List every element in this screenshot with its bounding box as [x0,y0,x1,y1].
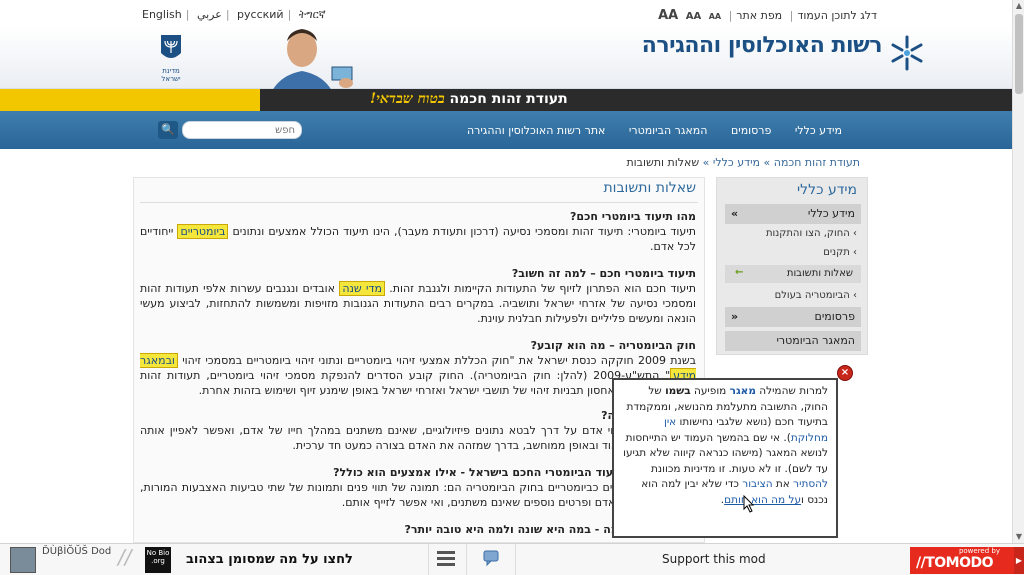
sidebar-item-world[interactable]: › הביומטריה בעולם [775,290,857,301]
popup-word-database: מאגר [729,385,756,397]
mouse-cursor-icon [743,495,755,513]
sidebar-item-law[interactable]: › החוק, הצו והתקנות [766,228,857,239]
highlight-every-year[interactable]: מדי שנה [339,281,385,296]
faq-answer: תיעוד ביומטרי: תיעוד זהות ומסמכי נסיעה (… [140,224,697,253]
state-emblem[interactable]: מדינת ישראל [152,33,190,83]
close-popup-button[interactable]: × [837,365,853,381]
chevron-left-icon: « [731,310,739,323]
menu-icon[interactable] [437,551,455,569]
sidebar-item-standards[interactable]: › תקנים [823,247,857,258]
breadcrumb: תעודת זהות חכמה » מידע כללי » שאלות ותשו… [626,156,860,169]
emblem-label: מדינת ישראל [161,67,181,83]
page: English | عربي | русский | ትግርኛ דלג לתוכן ה… [0,0,1012,543]
arrow-left-icon: ← [735,267,744,278]
search-icon: 🔍 [161,123,175,136]
lang-arabic[interactable]: عربي [193,8,226,21]
brand-logo[interactable]: רשות האוכלוסין וההגירה [641,33,923,71]
toolbar-message: לחצו על מה שמסומן בצהוב [186,552,353,567]
lang-russian[interactable]: русский [233,8,288,21]
vertical-scrollbar[interactable]: ▲ ▼ [1012,0,1024,543]
scroll-down-icon[interactable]: ▼ [1013,531,1024,543]
font-large-button[interactable]: AA [656,8,680,23]
site-header: רשות האוכלוסין וההגירה מדינת ישראל [0,27,1012,111]
tomodo-brand: //TOMODO [916,555,994,571]
banner-main: תעודת זהות חכמה [449,91,568,107]
sidebar: מידע כללי מידע כללי» › החוק, הצו והתקנות… [716,177,868,355]
nav-biometric-database[interactable]: המאגר הביומטרי [629,124,708,137]
faq-question: חוק הביומטריה – מה הוא קובע? [530,339,696,352]
banner-accent [0,89,260,111]
sidebar-title: מידע כללי [797,182,857,198]
sidebar-section-publications[interactable]: פרסומים « [725,307,861,327]
sidebar-item-faq[interactable]: שאלות ותשובות ← [725,265,861,283]
main-nav: מידע כללי פרסומים המאגר הביומטרי אתר רשו… [0,111,1012,149]
faq-item: מהו תיעוד ביומטרי חכם? תיעוד ביומטרי: תי… [140,209,696,254]
search-button[interactable]: 🔍 [158,121,178,139]
popup-link-public[interactable]: הציבור [742,478,772,490]
nobio-logo[interactable]: No Bio .org [145,547,171,573]
nav-authority-site[interactable]: אתר רשות האוכלוסין וההגירה [467,124,605,137]
chat-icon[interactable] [482,549,500,567]
breadcrumb-current: שאלות ותשובות [626,156,700,169]
title-divider [140,202,698,203]
sitemap-link[interactable]: מפת אתר [734,9,784,22]
accessibility-links: דלג לתוכן העמוד| מפת אתר| AA AA AA [656,8,879,23]
top-strip: English | عربي | русский | ትግርኛ דלג לתוכן ה… [0,0,1012,27]
search-input[interactable] [182,121,302,139]
banner-tagline: בטוח שבדאי! [370,91,445,107]
font-small-button[interactable]: AA [707,12,723,21]
lang-tigrinya[interactable]: ትግርኛ [295,8,330,21]
banner-text: תעודת זהות חכמה בטוח שבדאי! [370,91,568,108]
faq-item: תיעוד ביומטרי חכם – למה זה חשוב? תיעוד ח… [140,266,696,326]
close-icon: × [840,367,850,378]
star-logo-icon [891,35,923,71]
highlight-biometric[interactable]: ביומטריים [177,224,229,239]
page-title: שאלות ותשובות [603,180,696,196]
font-medium-button[interactable]: AA [684,11,703,22]
popup-link-hide[interactable]: להסתיר [793,478,828,490]
faq-question: מהו תיעוד ביומטרי חכם? [570,210,696,223]
scroll-up-icon[interactable]: ▲ [1013,0,1024,12]
faq-answer: תיעוד חכם הוא הפתרון לזיוף של התעודות הק… [140,281,696,325]
sidebar-section-general[interactable]: מידע כללי» [725,204,861,224]
popup-link-signing[interactable]: על מה הוא חותם [724,494,801,506]
support-mod-button[interactable]: Support this mod [662,552,766,566]
chevron-down-icon: » [731,207,739,220]
breadcrumb-general-info[interactable]: מידע כללי [713,156,760,169]
avatar[interactable] [10,547,36,573]
menorah-emblem-icon [161,35,181,58]
nav-publications[interactable]: פרסומים [731,124,771,137]
tomodo-toolbar: ĎÙβÌŎŬŠ Dod // No Bio .org לחצו על מה שמ… [0,543,1024,575]
lang-english[interactable]: English [138,8,186,21]
toolbar-username[interactable]: ĎÙβÌŎŬŠ Dod [42,546,111,557]
language-switcher: English | عربي | русский | ትግርኛ [138,8,330,22]
brand-name: רשות האוכלוסין וההגירה [641,33,883,58]
sidebar-section-biometric[interactable]: המאגר הביומטרי [725,331,861,351]
nav-general-info[interactable]: מידע כללי [795,124,842,137]
tomodo-logo[interactable]: powered by //TOMODO [910,547,1014,574]
annotation-popup: למרות שהמילה מאגר מופיעה בשמו של החוק, ה… [612,378,838,538]
nav-items: מידע כללי פרסומים המאגר הביומטרי אתר רשו… [447,124,842,137]
chevron-right-icon[interactable]: ▶ [1014,547,1024,574]
skip-to-content-link[interactable]: דלג לתוכן העמוד [795,9,879,22]
promo-banner: תעודת זהות חכמה בטוח שבדאי! [0,89,1012,111]
breadcrumb-smart-id[interactable]: תעודת זהות חכמה [774,156,860,169]
faq-question: תיעוד ביומטרי חכם – למה זה חשוב? [511,267,696,280]
scrollbar-thumb[interactable] [1015,14,1023,94]
